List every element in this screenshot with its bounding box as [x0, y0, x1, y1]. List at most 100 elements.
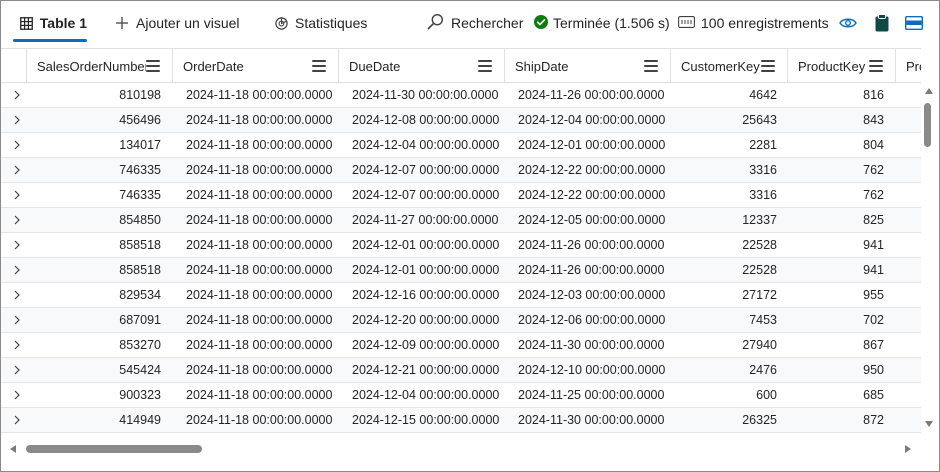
chevron-right-icon[interactable] — [12, 340, 22, 350]
vertical-scroll-thumb[interactable] — [924, 103, 931, 147]
table-row[interactable]: 687091 2024-11-18 00:00:00.0000 2024-12-20… — [1, 308, 921, 333]
table-cell: 2024-11-18 00:00:00.0000 — [186, 163, 333, 177]
table-cell: 825 — [863, 213, 884, 227]
expander-column-header — [1, 49, 27, 83]
column-menu-icon[interactable] — [644, 60, 658, 72]
table-cell: 2476 — [749, 363, 777, 377]
table-cell: 2024-11-18 00:00:00.0000 — [186, 288, 333, 302]
table-row[interactable]: 858518 2024-11-18 00:00:00.0000 2024-12-01… — [1, 233, 921, 258]
table-row[interactable]: 545424 2024-11-18 00:00:00.0000 2024-12-21… — [1, 358, 921, 383]
table-cell: 134017 — [119, 138, 161, 152]
column-header-salesordernumber[interactable]: SalesOrderNumber — [27, 49, 173, 83]
chevron-right-icon[interactable] — [12, 165, 22, 175]
chevron-right-icon[interactable] — [12, 365, 22, 375]
scroll-right-arrow-icon[interactable] — [905, 445, 911, 453]
table-cell: 2024-11-18 00:00:00.0000 — [186, 313, 333, 327]
eye-icon[interactable] — [838, 13, 858, 33]
table-cell: 702 — [863, 313, 884, 327]
status-label: Terminée (1.506 s) — [553, 15, 670, 31]
table-cell: 2024-11-27 00:00:00.0000 — [352, 213, 499, 227]
table-header: SalesOrderNumber OrderDate DueDate ShipD… — [1, 49, 921, 83]
chevron-right-icon[interactable] — [12, 390, 22, 400]
column-menu-icon[interactable] — [146, 60, 160, 72]
tab-add-visual[interactable]: Ajouter un visuel — [114, 1, 240, 45]
table-cell: 456496 — [119, 113, 161, 127]
chevron-right-icon[interactable] — [12, 315, 22, 325]
chevron-right-icon[interactable] — [12, 265, 22, 275]
table-cell: 2024-12-07 00:00:00.0000 — [352, 163, 500, 177]
clipboard-icon[interactable] — [872, 13, 892, 33]
vertical-scrollbar[interactable] — [921, 82, 939, 441]
column-header-orderdate[interactable]: OrderDate — [173, 49, 339, 83]
table-cell: 955 — [863, 288, 884, 302]
table-row[interactable]: 900323 2024-11-18 00:00:00.0000 2024-12-04… — [1, 383, 921, 408]
table-cell: 26325 — [742, 413, 777, 427]
table-cell: 816 — [863, 88, 884, 102]
column-menu-icon[interactable] — [761, 60, 775, 72]
table-cell: 27172 — [742, 288, 777, 302]
chevron-right-icon[interactable] — [12, 90, 22, 100]
table-cell: 2024-11-30 00:00:00.0000 — [518, 413, 665, 427]
column-header-duedate[interactable]: DueDate — [339, 49, 505, 83]
column-header-customerkey[interactable]: CustomerKey — [671, 49, 788, 83]
tab-statistics[interactable]: Statistiques — [273, 1, 367, 45]
column-menu-icon[interactable] — [312, 60, 326, 72]
table-cell: 2024-11-26 00:00:00.0000 — [518, 263, 665, 277]
results-toolbar: Table 1 Ajouter un visuel Statistiques R… — [1, 1, 939, 45]
table-row[interactable]: 746335 2024-11-18 00:00:00.0000 2024-12-07… — [1, 158, 921, 183]
horizontal-scrollbar[interactable] — [1, 441, 921, 457]
selected-tab-indicator — [13, 39, 87, 42]
column-header-productkey[interactable]: ProductKey — [788, 49, 896, 83]
table-cell: 2024-12-10 00:00:00.0000 — [518, 363, 666, 377]
scroll-up-arrow-icon[interactable] — [925, 88, 933, 94]
table-cell: 600 — [756, 388, 777, 402]
scroll-left-arrow-icon[interactable] — [10, 445, 16, 453]
table-row[interactable]: 414949 2024-11-18 00:00:00.0000 2024-12-15… — [1, 408, 921, 433]
chevron-right-icon[interactable] — [12, 115, 22, 125]
chevron-right-icon[interactable] — [12, 240, 22, 250]
column-header-promotion[interactable]: Prom — [896, 49, 921, 83]
scroll-down-arrow-icon[interactable] — [925, 421, 933, 427]
table-row[interactable]: 456496 2024-11-18 00:00:00.0000 2024-12-08… — [1, 108, 921, 133]
table-row[interactable]: 854850 2024-11-18 00:00:00.0000 2024-11-27… — [1, 208, 921, 233]
chevron-right-icon[interactable] — [12, 140, 22, 150]
column-menu-icon[interactable] — [478, 60, 492, 72]
table-row[interactable]: 746335 2024-11-18 00:00:00.0000 2024-12-07… — [1, 183, 921, 208]
query-results-panel: Table 1 Ajouter un visuel Statistiques R… — [0, 0, 940, 472]
table-cell: 2024-12-01 00:00:00.0000 — [352, 238, 500, 252]
table-cell: 2024-12-21 00:00:00.0000 — [352, 363, 500, 377]
search-button[interactable]: Rechercher — [427, 1, 523, 45]
tab-label: Table 1 — [39, 15, 87, 31]
chevron-right-icon[interactable] — [12, 215, 22, 225]
table-cell: 3316 — [749, 163, 777, 177]
table-cell: 2024-11-18 00:00:00.0000 — [186, 413, 333, 427]
layout-icon[interactable] — [904, 13, 924, 33]
table-cell: 3316 — [749, 188, 777, 202]
table-cell: 2024-12-04 00:00:00.0000 — [518, 113, 666, 127]
table-row[interactable]: 858518 2024-11-18 00:00:00.0000 2024-12-01… — [1, 258, 921, 283]
table-row[interactable]: 829534 2024-11-18 00:00:00.0000 2024-12-16… — [1, 283, 921, 308]
table-cell: 2281 — [749, 138, 777, 152]
chevron-right-icon[interactable] — [12, 415, 22, 425]
column-menu-icon[interactable] — [869, 60, 883, 72]
column-header-shipdate[interactable]: ShipDate — [505, 49, 671, 83]
table-cell: 941 — [863, 238, 884, 252]
table-row[interactable]: 853270 2024-11-18 00:00:00.0000 2024-12-09… — [1, 333, 921, 358]
table-cell: 22528 — [742, 263, 777, 277]
table-cell: 12337 — [742, 213, 777, 227]
tab-table-1[interactable]: Table 1 — [13, 1, 87, 45]
chevron-right-icon[interactable] — [12, 290, 22, 300]
stats-icon — [273, 15, 289, 31]
plus-icon — [114, 15, 130, 31]
table-row[interactable]: 134017 2024-11-18 00:00:00.0000 2024-12-04… — [1, 133, 921, 158]
table-cell: 2024-11-18 00:00:00.0000 — [186, 263, 333, 277]
table-cell: 858518 — [119, 238, 161, 252]
table-cell: 2024-12-01 00:00:00.0000 — [518, 138, 666, 152]
table-cell: 950 — [863, 363, 884, 377]
table-row[interactable]: 810198 2024-11-18 00:00:00.0000 2024-11-30… — [1, 83, 921, 108]
table-cell: 2024-12-04 00:00:00.0000 — [352, 138, 500, 152]
chevron-right-icon[interactable] — [12, 190, 22, 200]
horizontal-scroll-thumb[interactable] — [26, 445, 202, 453]
table-cell: 2024-11-18 00:00:00.0000 — [186, 363, 333, 377]
table-cell: 2024-11-18 00:00:00.0000 — [186, 238, 333, 252]
